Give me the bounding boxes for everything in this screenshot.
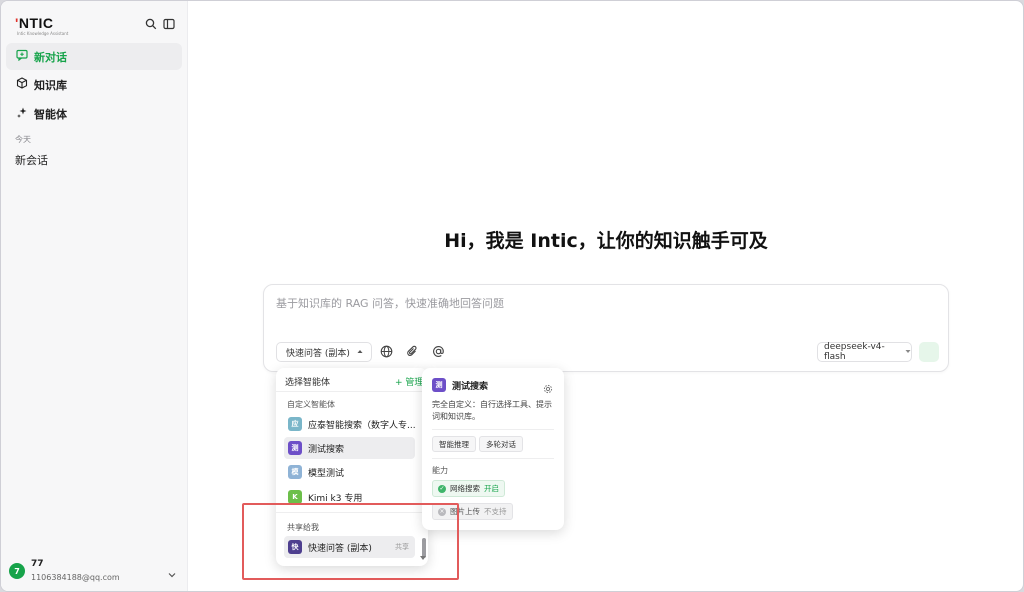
divider (276, 391, 428, 392)
chat-composer: 快速问答 (副本) deepseek-v4-flash (263, 284, 949, 372)
divider (432, 429, 554, 430)
divider (432, 458, 554, 459)
agent-selector[interactable]: 快速问答 (副本) (276, 342, 372, 362)
agent-badge: 模 (288, 465, 302, 479)
caret-down-icon (905, 347, 911, 357)
capability-web-search: ✓ 网络搜索 开启 (432, 480, 505, 497)
conversation-section-label: 今天 (15, 135, 31, 144)
avatar: 7 (9, 563, 25, 579)
user-profile[interactable]: 7 77 1106384188@qq.com (9, 556, 181, 586)
mention-icon[interactable] (431, 344, 446, 359)
send-button[interactable] (919, 342, 939, 362)
app-window: 'NTIC Intic Knowledge Assistant 新对话 知识库 … (0, 0, 1024, 592)
agent-option-label: Kimi k3 专用 (308, 493, 363, 504)
model-selector[interactable]: deepseek-v4-flash (817, 342, 912, 362)
sparkle-icon (16, 106, 28, 121)
sidebar-item-label: 新对话 (34, 50, 67, 64)
agent-group-label: 自定义智能体 (287, 400, 335, 409)
logo-subtitle: Intic Knowledge Assistant (17, 31, 69, 36)
capability-status: 不支持 (484, 507, 507, 516)
agent-badge: 测 (288, 441, 302, 455)
search-icon[interactable] (143, 16, 159, 32)
sidebar-item-knowledge-base[interactable]: 知识库 (6, 71, 182, 98)
paperclip-icon[interactable] (405, 344, 420, 359)
agent-badge: 应 (288, 417, 302, 431)
chat-input[interactable] (276, 297, 936, 310)
agent-option-label: 模型测试 (308, 468, 345, 479)
agent-picker-title: 选择智能体 (285, 378, 331, 388)
sidebar-item-label: 智能体 (34, 107, 67, 121)
capability-name: 网络搜索 (450, 484, 480, 493)
agent-tag: 多轮对话 (479, 436, 523, 452)
agent-option[interactable]: 应 应泰智能搜索（数字人专... (284, 413, 415, 435)
agent-option[interactable]: 测 测试搜索 (284, 437, 415, 459)
greeting-title: Hi，我是 Intic，让你的知识触手可及 (444, 230, 768, 252)
agent-badge: K (288, 490, 302, 504)
sidebar-toggle-icon[interactable] (161, 16, 177, 32)
app-logo[interactable]: 'NTIC (15, 15, 54, 31)
user-email: 1106384188@qq.com (31, 573, 120, 582)
agent-detail-description: 完全自定义：自行选择工具、提示词和知识库。 (432, 400, 552, 421)
caret-up-icon (357, 347, 363, 357)
logo-text: NTIC (18, 15, 54, 31)
manage-agents-link[interactable]: + 管理 (395, 375, 423, 388)
new-chat-icon (16, 49, 28, 64)
sidebar-item-new-chat[interactable]: 新对话 (6, 43, 182, 70)
sidebar-item-label: 知识库 (34, 78, 67, 92)
cube-icon (16, 77, 28, 92)
sidebar: 'NTIC Intic Knowledge Assistant 新对话 知识库 … (1, 1, 188, 591)
model-selector-label: deepseek-v4-flash (824, 342, 885, 362)
highlight-annotation-box (242, 503, 459, 580)
agent-tag: 智能推理 (432, 436, 476, 452)
capabilities-label: 能力 (432, 466, 448, 475)
gear-icon[interactable] (543, 379, 553, 394)
capability-status: 开启 (484, 484, 499, 493)
chevron-down-icon[interactable] (167, 565, 177, 578)
user-name: 77 (31, 559, 44, 569)
globe-icon[interactable] (379, 344, 394, 359)
agent-badge: 测 (432, 378, 446, 392)
agent-selector-label: 快速问答 (副本) (286, 348, 350, 359)
check-icon: ✓ (438, 484, 446, 493)
agent-option[interactable]: 模 模型测试 (284, 461, 415, 483)
sidebar-item-agents[interactable]: 智能体 (6, 100, 182, 127)
agent-detail-name: 测试搜索 (452, 382, 489, 392)
conversation-item[interactable]: 新会话 (15, 152, 48, 168)
agent-option-label: 应泰智能搜索（数字人专... (308, 420, 415, 431)
agent-option-label: 测试搜索 (308, 444, 345, 455)
